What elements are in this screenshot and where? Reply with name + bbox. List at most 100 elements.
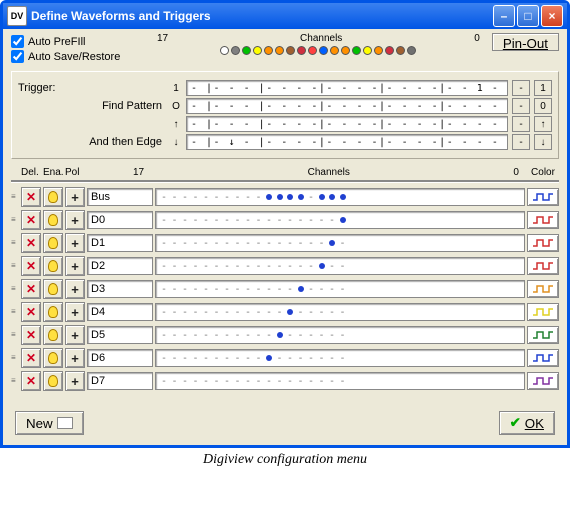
channel-dash[interactable]: - [276, 307, 284, 318]
channel-dash[interactable]: - [307, 353, 315, 364]
channel-dash[interactable]: - [213, 192, 221, 203]
channel-dash[interactable]: - [192, 261, 200, 272]
channel-dash[interactable]: - [181, 307, 189, 318]
channel-dot[interactable] [407, 46, 416, 55]
channel-dash[interactable]: - [202, 192, 210, 203]
polarity-button[interactable]: + [65, 371, 85, 391]
channel-dash[interactable]: - [171, 307, 179, 318]
delete-button[interactable]: ✕ [21, 233, 41, 253]
channel-dash[interactable]: - [328, 376, 336, 387]
channel-dash[interactable]: - [307, 238, 315, 249]
channel-dash[interactable]: - [160, 192, 168, 203]
channel-dash[interactable]: - [339, 307, 347, 318]
channel-dash[interactable]: - [265, 284, 273, 295]
channel-dash[interactable]: - [339, 353, 347, 364]
titlebar[interactable]: DV Define Waveforms and Triggers – □ × [3, 3, 567, 29]
delete-button[interactable]: ✕ [21, 371, 41, 391]
channel-dot-on[interactable] [298, 194, 304, 200]
channel-dash[interactable]: - [297, 261, 305, 272]
channel-dash[interactable]: - [192, 238, 200, 249]
waveform-name-input[interactable]: D6 [87, 349, 153, 367]
channel-dash[interactable]: - [171, 238, 179, 249]
channel-dash[interactable]: - [318, 353, 326, 364]
enable-button[interactable] [43, 233, 63, 253]
channel-dash[interactable]: - [202, 215, 210, 226]
channel-dash[interactable]: - [213, 215, 221, 226]
channel-dash[interactable]: - [202, 330, 210, 341]
channel-dot-on[interactable] [277, 332, 283, 338]
channel-assign-box[interactable]: ----------- [155, 188, 525, 206]
drag-grip-icon[interactable]: ≡ [11, 241, 19, 245]
trigger-minus-button[interactable]: - [512, 80, 530, 96]
channel-dash[interactable]: - [234, 261, 242, 272]
channel-dash[interactable]: - [265, 261, 273, 272]
channel-dot[interactable] [297, 46, 306, 55]
channel-assign-box[interactable]: ----------------- [155, 234, 525, 252]
channel-dash[interactable]: - [255, 307, 263, 318]
channel-dash[interactable]: - [244, 192, 252, 203]
channel-dash[interactable]: - [202, 307, 210, 318]
polarity-button[interactable]: + [65, 348, 85, 368]
polarity-button[interactable]: + [65, 210, 85, 230]
channel-assign-box[interactable]: ------------------ [155, 372, 525, 390]
color-button[interactable] [527, 349, 559, 367]
channel-dot[interactable] [385, 46, 394, 55]
channel-dash[interactable]: - [255, 261, 263, 272]
channel-dash[interactable]: - [192, 284, 200, 295]
channel-dash[interactable]: - [276, 238, 284, 249]
delete-button[interactable]: ✕ [21, 302, 41, 322]
channel-dot[interactable] [220, 46, 229, 55]
channel-dash[interactable]: - [307, 376, 315, 387]
channel-dash[interactable]: - [276, 353, 284, 364]
channel-dash[interactable]: - [181, 284, 189, 295]
trigger-minus-button[interactable]: - [512, 134, 530, 150]
channel-dash[interactable]: - [160, 353, 168, 364]
channel-dash[interactable]: - [318, 330, 326, 341]
color-button[interactable] [527, 372, 559, 390]
channel-dash[interactable]: - [328, 353, 336, 364]
channel-dash[interactable]: - [223, 307, 231, 318]
channel-assign-box[interactable]: ----------------- [155, 303, 525, 321]
trigger-minus-button[interactable]: - [512, 98, 530, 114]
channel-dash[interactable]: - [286, 238, 294, 249]
channel-dash[interactable]: - [171, 192, 179, 203]
drag-grip-icon[interactable]: ≡ [11, 195, 19, 199]
drag-grip-icon[interactable]: ≡ [11, 264, 19, 268]
channel-dash[interactable]: - [192, 215, 200, 226]
channel-dash[interactable]: - [213, 330, 221, 341]
channel-dash[interactable]: - [171, 261, 179, 272]
channel-dash[interactable]: - [286, 284, 294, 295]
channel-dash[interactable]: - [181, 238, 189, 249]
channel-dash[interactable]: - [276, 284, 284, 295]
polarity-button[interactable]: + [65, 256, 85, 276]
channel-dash[interactable]: - [328, 261, 336, 272]
channel-assign-box[interactable]: ----------------- [155, 349, 525, 367]
channel-dash[interactable]: - [202, 238, 210, 249]
color-button[interactable] [527, 234, 559, 252]
channel-dash[interactable]: - [265, 238, 273, 249]
channel-dot[interactable] [363, 46, 372, 55]
waveform-name-input[interactable]: D5 [87, 326, 153, 344]
delete-button[interactable]: ✕ [21, 187, 41, 207]
channel-dot[interactable] [264, 46, 273, 55]
channel-dot[interactable] [374, 46, 383, 55]
channel-dash[interactable]: - [213, 307, 221, 318]
channel-dash[interactable]: - [328, 330, 336, 341]
channel-dot-on[interactable] [298, 286, 304, 292]
channel-dash[interactable]: - [307, 284, 315, 295]
channel-dash[interactable]: - [192, 353, 200, 364]
trigger-side-button[interactable]: ↓ [534, 134, 552, 150]
channel-dash[interactable]: - [318, 376, 326, 387]
pinout-button[interactable]: Pin-Out [492, 33, 559, 51]
channel-dash[interactable]: - [192, 307, 200, 318]
channel-dot-on[interactable] [340, 194, 346, 200]
channel-dash[interactable]: - [181, 330, 189, 341]
channel-dot[interactable] [319, 46, 328, 55]
channel-dot-on[interactable] [319, 194, 325, 200]
channel-dash[interactable]: - [234, 307, 242, 318]
channel-dash[interactable]: - [339, 376, 347, 387]
channel-dash[interactable]: - [255, 330, 263, 341]
channel-dash[interactable]: - [202, 353, 210, 364]
trigger-side-button[interactable]: ↑ [534, 116, 552, 132]
channel-dot-on[interactable] [319, 263, 325, 269]
